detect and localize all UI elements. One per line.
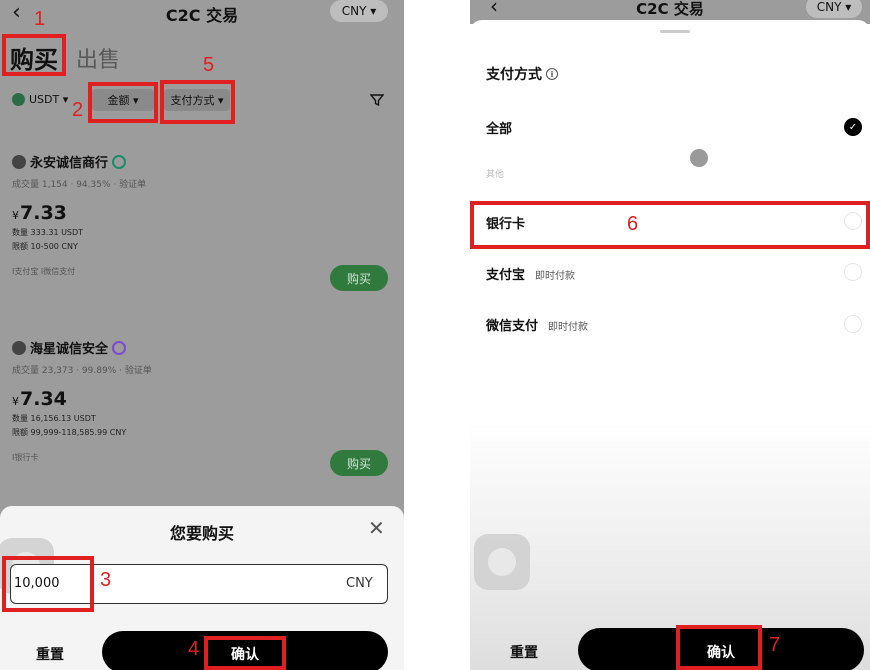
close-icon[interactable]: ✕ <box>368 516 385 540</box>
option-wechat-label: 微信支付 <box>486 319 539 334</box>
buy-button[interactable]: 购买 <box>330 450 388 476</box>
annotation-box-confirm-left <box>204 636 286 670</box>
option-other-label[interactable]: 其他 <box>486 167 504 180</box>
merchant-quantity: 数量 333.31 USDT <box>12 228 84 237</box>
currency-symbol: ¥ <box>12 395 19 408</box>
annotation-box-payment-filter <box>160 80 235 124</box>
option-alipay-sub: 即时付款 <box>535 271 576 282</box>
annotation-number: 3 <box>100 569 112 591</box>
reset-button[interactable]: 重置 <box>36 644 64 664</box>
panel-title-text: 支付方式 <box>486 67 542 83</box>
merchant-stats: 成交量 23,373 · 99.89% · 验证单 <box>12 366 152 376</box>
option-wechat[interactable]: 微信支付 即时付款 <box>486 315 588 334</box>
merchant-name: 永安诚信商行 <box>30 156 109 171</box>
panel-title: 支付方式 i <box>486 64 558 84</box>
option-alipay-label: 支付宝 <box>486 268 526 283</box>
annotation-box-confirm-right <box>676 625 762 670</box>
coin-selector-label: USDT ▾ <box>29 93 69 106</box>
funnel-icon[interactable] <box>369 93 385 111</box>
check-icon[interactable]: ✓ <box>844 118 862 136</box>
annotation-box-amount-input <box>2 556 94 612</box>
coin-selector[interactable]: USDT ▾ <box>12 93 68 106</box>
annotation-number: 5 <box>203 54 215 76</box>
verified-badge-icon <box>112 340 127 355</box>
merchant-price: ¥7.34 <box>12 388 392 410</box>
buy-button[interactable]: 购买 <box>330 265 388 291</box>
floating-assistive-ball[interactable] <box>474 534 530 590</box>
currency-selector[interactable]: CNY ▾ <box>330 0 388 22</box>
merchant-quantity: 数量 16,156.13 USDT <box>12 414 96 423</box>
merchant-price: ¥7.33 <box>12 202 392 224</box>
option-wechat-sub: 即时付款 <box>548 322 589 333</box>
radio-alipay[interactable] <box>844 263 862 281</box>
merchant-name: 海星诚信安全 <box>30 342 109 357</box>
annotation-number: 6 <box>627 213 639 235</box>
annotation-number: 2 <box>72 99 84 121</box>
currency-selector[interactable]: CNY ▾ <box>806 0 862 18</box>
merchant-limit: 限额 10-500 CNY <box>12 242 78 251</box>
currency-symbol: ¥ <box>12 209 19 222</box>
annotation-box-amount <box>88 82 158 123</box>
touch-indicator <box>690 149 708 167</box>
radio-wechat[interactable] <box>844 315 862 333</box>
annotation-box-bank-card <box>470 201 870 249</box>
annotation-number: 4 <box>188 638 200 660</box>
usdt-coin-icon <box>12 93 25 106</box>
merchant-stats: 成交量 1,154 · 94.35% · 验证单 <box>12 180 147 190</box>
merchant-card: 海星诚信安全 成交量 23,373 · 99.89% · 验证单 ¥7.34 数… <box>12 338 392 463</box>
amount-unit: CNY <box>346 576 373 591</box>
sheet-title: 您要购买 <box>169 524 234 543</box>
option-alipay[interactable]: 支付宝 即时付款 <box>486 264 575 283</box>
price-value: 7.34 <box>20 388 67 410</box>
merchant-avatar-icon <box>12 340 26 355</box>
merchant-card: 永安诚信商行 成交量 1,154 · 94.35% · 验证单 ¥7.33 数量… <box>12 152 392 277</box>
right-phone-screen: ‹ C2C 交易 CNY ▾ 支付方式 i 全部 ✓ 其他 银行卡 支付宝 即时付… <box>470 0 870 670</box>
tab-sell[interactable]: 出售 <box>76 42 120 74</box>
verified-badge-icon <box>112 154 127 169</box>
payment-method-panel <box>470 20 870 670</box>
option-all-label[interactable]: 全部 <box>486 118 512 137</box>
annotation-number: 7 <box>769 634 781 656</box>
info-icon[interactable]: i <box>546 68 558 80</box>
price-value: 7.33 <box>20 202 67 224</box>
merchant-limit: 限额 99,999-118,585.99 CNY <box>12 428 127 437</box>
drag-handle[interactable] <box>660 30 690 33</box>
merchant-avatar-icon <box>12 154 26 169</box>
annotation-number: 1 <box>34 8 46 30</box>
annotation-box-buy-tab <box>2 34 66 76</box>
reset-button[interactable]: 重置 <box>510 642 538 662</box>
